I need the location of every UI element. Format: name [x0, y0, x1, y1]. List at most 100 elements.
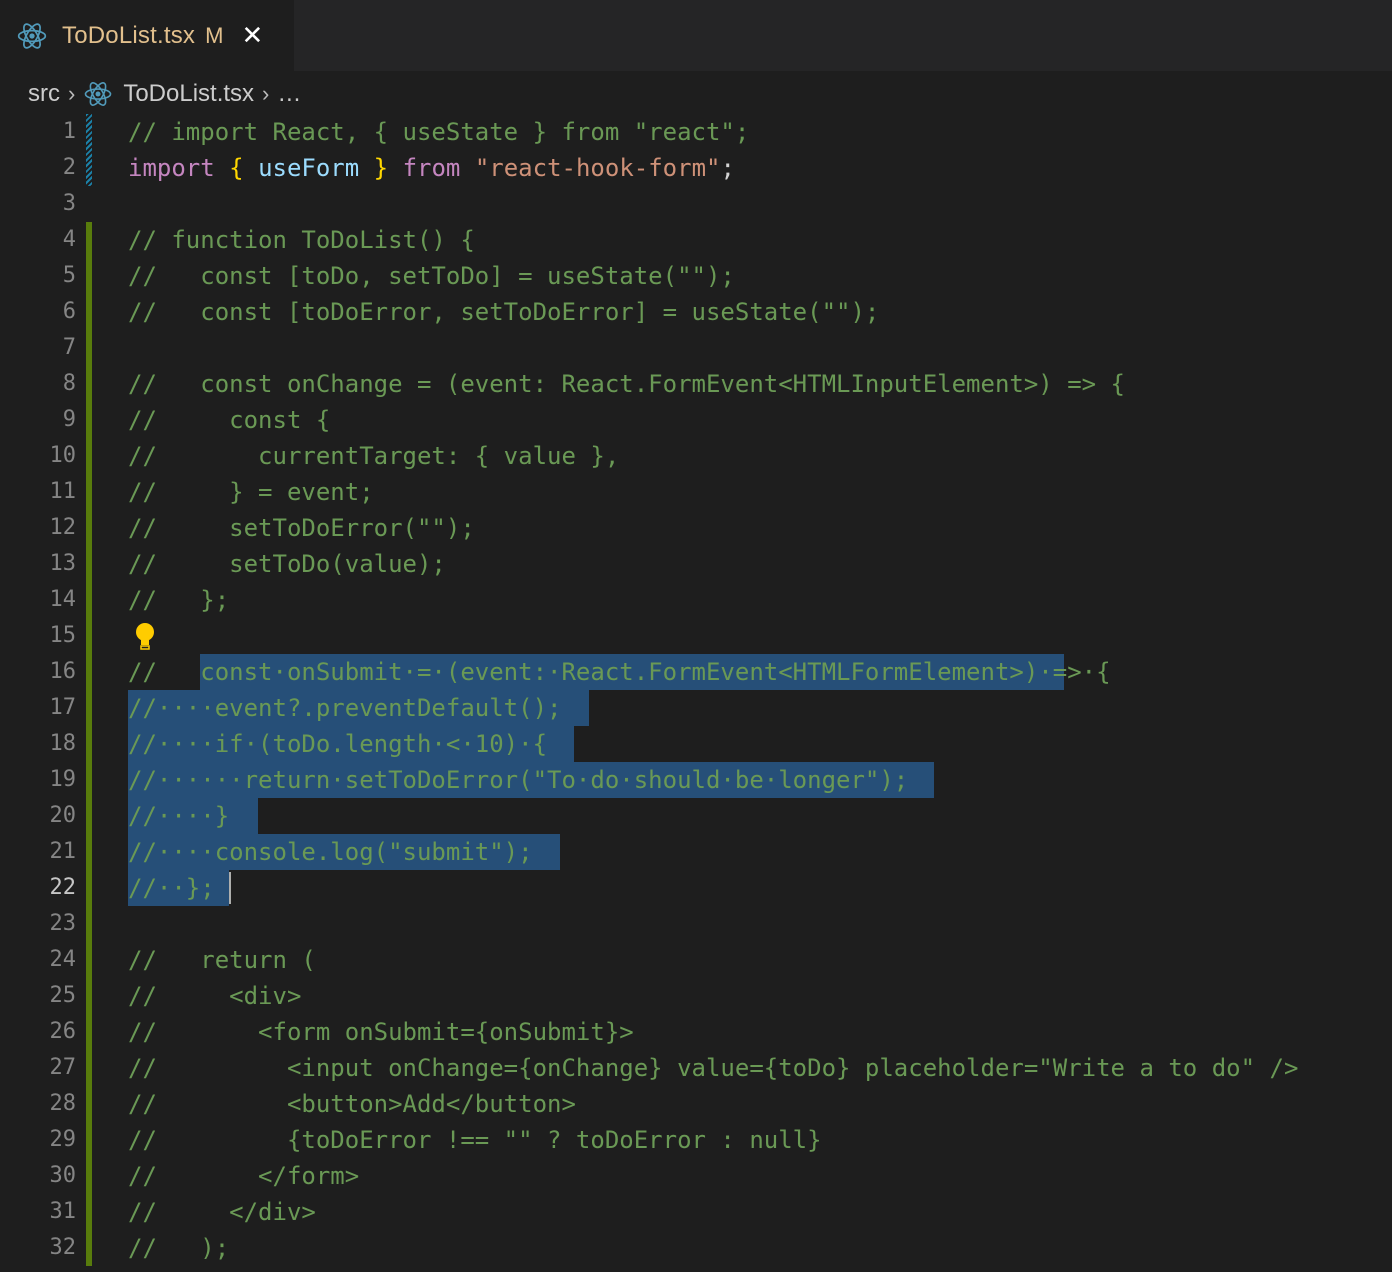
code-text: // function ToDoList() { — [128, 226, 475, 254]
line-number: 25 — [49, 983, 77, 1008]
code-text: // <button>Add</button> — [128, 1090, 576, 1118]
breadcrumb-file[interactable]: ToDoList.tsx — [123, 80, 254, 108]
line-number: 24 — [49, 947, 77, 972]
code-text: import { useForm } from "react-hook-form… — [128, 154, 735, 182]
breadcrumb-symbols[interactable]: … — [277, 80, 301, 108]
line-number: 15 — [49, 623, 77, 648]
code-line[interactable]: 12 // setToDoError(""); — [0, 510, 1392, 546]
line-number: 12 — [49, 515, 77, 540]
code-line[interactable]: 11 // } = event; — [0, 474, 1392, 510]
code-text: //····if·(toDo.length·<·10)·{ — [128, 730, 548, 758]
code-text: // return ( — [128, 946, 316, 974]
line-number: 29 — [49, 1127, 77, 1152]
code-line[interactable]: 16 // const·onSubmit·=·(event:·React.Form… — [0, 654, 1392, 690]
line-number: 19 — [49, 767, 77, 792]
code-line[interactable]: 15 — [0, 618, 1392, 654]
line-number: 9 — [62, 407, 76, 432]
code-line[interactable]: 7 — [0, 330, 1392, 366]
breadcrumb: src › ToDoList.tsx › … — [28, 74, 301, 114]
tab-bar: ToDoList.tsx M ✕ — [0, 0, 1392, 71]
code-text: // const·onSubmit·=·(event:·React.FormEv… — [128, 658, 1111, 686]
code-text: // ); — [128, 1234, 230, 1262]
code-line[interactable]: 6 // const [toDoError, setToDoError] = us… — [0, 294, 1392, 330]
line-number: 1 — [62, 119, 76, 144]
chevron-right-icon: › — [262, 81, 270, 106]
code-line[interactable]: 24 // return ( — [0, 942, 1392, 978]
code-text: //····event?.preventDefault(); — [128, 694, 562, 722]
code-line[interactable]: 10 // currentTarget: { value }, — [0, 438, 1392, 474]
code-text: // <input onChange={onChange} value={toD… — [128, 1054, 1299, 1082]
code-text: //··}; — [128, 874, 215, 902]
code-text: // <div> — [128, 982, 302, 1010]
code-text: // </div> — [128, 1198, 316, 1226]
code-editor[interactable]: 1 // import React, { useState } from "rea… — [0, 114, 1392, 1272]
line-number: 3 — [62, 191, 76, 216]
line-number: 26 — [49, 1019, 77, 1044]
line-number: 20 — [49, 803, 77, 828]
text-cursor — [228, 872, 231, 904]
code-text: // const { — [128, 406, 331, 434]
line-number: 31 — [49, 1199, 77, 1224]
code-line[interactable]: 27 // <input onChange={onChange} value={t… — [0, 1050, 1392, 1086]
line-number: 4 — [62, 227, 76, 252]
code-line[interactable]: 5 // const [toDo, setToDo] = useState("")… — [0, 258, 1392, 294]
code-line[interactable]: 30 // </form> — [0, 1158, 1392, 1194]
code-line[interactable]: 22 //··}; — [0, 870, 1392, 906]
lightbulb-icon[interactable] — [133, 622, 157, 650]
line-number: 5 — [62, 263, 76, 288]
line-number: 13 — [49, 551, 77, 576]
code-line[interactable]: 3 — [0, 186, 1392, 222]
line-number: 21 — [49, 839, 77, 864]
chevron-right-icon: › — [68, 81, 76, 106]
line-number: 7 — [62, 335, 76, 360]
code-line[interactable]: 31 // </div> — [0, 1194, 1392, 1230]
code-line[interactable]: 32 // ); — [0, 1230, 1392, 1266]
code-text: // currentTarget: { value }, — [128, 442, 620, 470]
code-line[interactable]: 18 //····if·(toDo.length·<·10)·{ — [0, 726, 1392, 762]
breadcrumb-folder[interactable]: src — [28, 80, 60, 108]
code-line[interactable]: 9 // const { — [0, 402, 1392, 438]
code-line[interactable]: 20 //····} — [0, 798, 1392, 834]
line-number: 16 — [49, 659, 77, 684]
code-line[interactable]: 8 // const onChange = (event: React.FormE… — [0, 366, 1392, 402]
code-line[interactable]: 23 — [0, 906, 1392, 942]
code-text: //······return·setToDoError("To·do·shoul… — [128, 766, 909, 794]
code-text: // </form> — [128, 1162, 360, 1190]
code-text: // const [toDoError, setToDoError] = use… — [128, 298, 880, 326]
tab-title: ToDoList.tsx — [62, 21, 196, 49]
react-icon — [17, 22, 47, 49]
code-text: //····console.log("submit"); — [128, 838, 533, 866]
code-line[interactable]: 1 // import React, { useState } from "rea… — [0, 114, 1392, 150]
line-number: 30 — [49, 1163, 77, 1188]
line-number: 18 — [49, 731, 77, 756]
line-number: 8 — [62, 371, 76, 396]
line-number: 27 — [49, 1055, 77, 1080]
code-line[interactable]: 17 //····event?.preventDefault(); — [0, 690, 1392, 726]
code-line[interactable]: 4 // function ToDoList() { — [0, 222, 1392, 258]
line-number: 11 — [49, 479, 77, 504]
modified-badge: M — [205, 22, 224, 48]
code-line[interactable]: 26 // <form onSubmit={onSubmit}> — [0, 1014, 1392, 1050]
code-line[interactable]: 19 //······return·setToDoError("To·do·sho… — [0, 762, 1392, 798]
line-number: 28 — [49, 1091, 77, 1116]
code-text: //····} — [128, 802, 230, 830]
editor-tab-todolist[interactable]: ToDoList.tsx M ✕ — [0, 0, 294, 71]
code-line[interactable]: 25 // <div> — [0, 978, 1392, 1014]
line-number: 22 — [49, 875, 77, 900]
code-line[interactable]: 14 // }; — [0, 582, 1392, 618]
code-text: // } = event; — [128, 478, 374, 506]
code-text: // const [toDo, setToDo] = useState(""); — [128, 262, 735, 290]
code-line[interactable]: 21 //····console.log("submit"); — [0, 834, 1392, 870]
code-text: // const onChange = (event: React.FormEv… — [128, 370, 1125, 398]
code-line[interactable]: 13 // setToDo(value); — [0, 546, 1392, 582]
line-number: 2 — [62, 155, 76, 180]
code-line[interactable]: 28 // <button>Add</button> — [0, 1086, 1392, 1122]
close-icon[interactable]: ✕ — [241, 21, 263, 51]
code-text: // <form onSubmit={onSubmit}> — [128, 1018, 634, 1046]
code-text: // setToDo(value); — [128, 550, 446, 578]
code-line[interactable]: 2 import { useForm } from "react-hook-for… — [0, 150, 1392, 186]
line-number: 17 — [49, 695, 77, 720]
code-line[interactable]: 29 // {toDoError !== "" ? toDoError : nul… — [0, 1122, 1392, 1158]
line-number: 6 — [62, 299, 76, 324]
line-number: 14 — [49, 587, 77, 612]
